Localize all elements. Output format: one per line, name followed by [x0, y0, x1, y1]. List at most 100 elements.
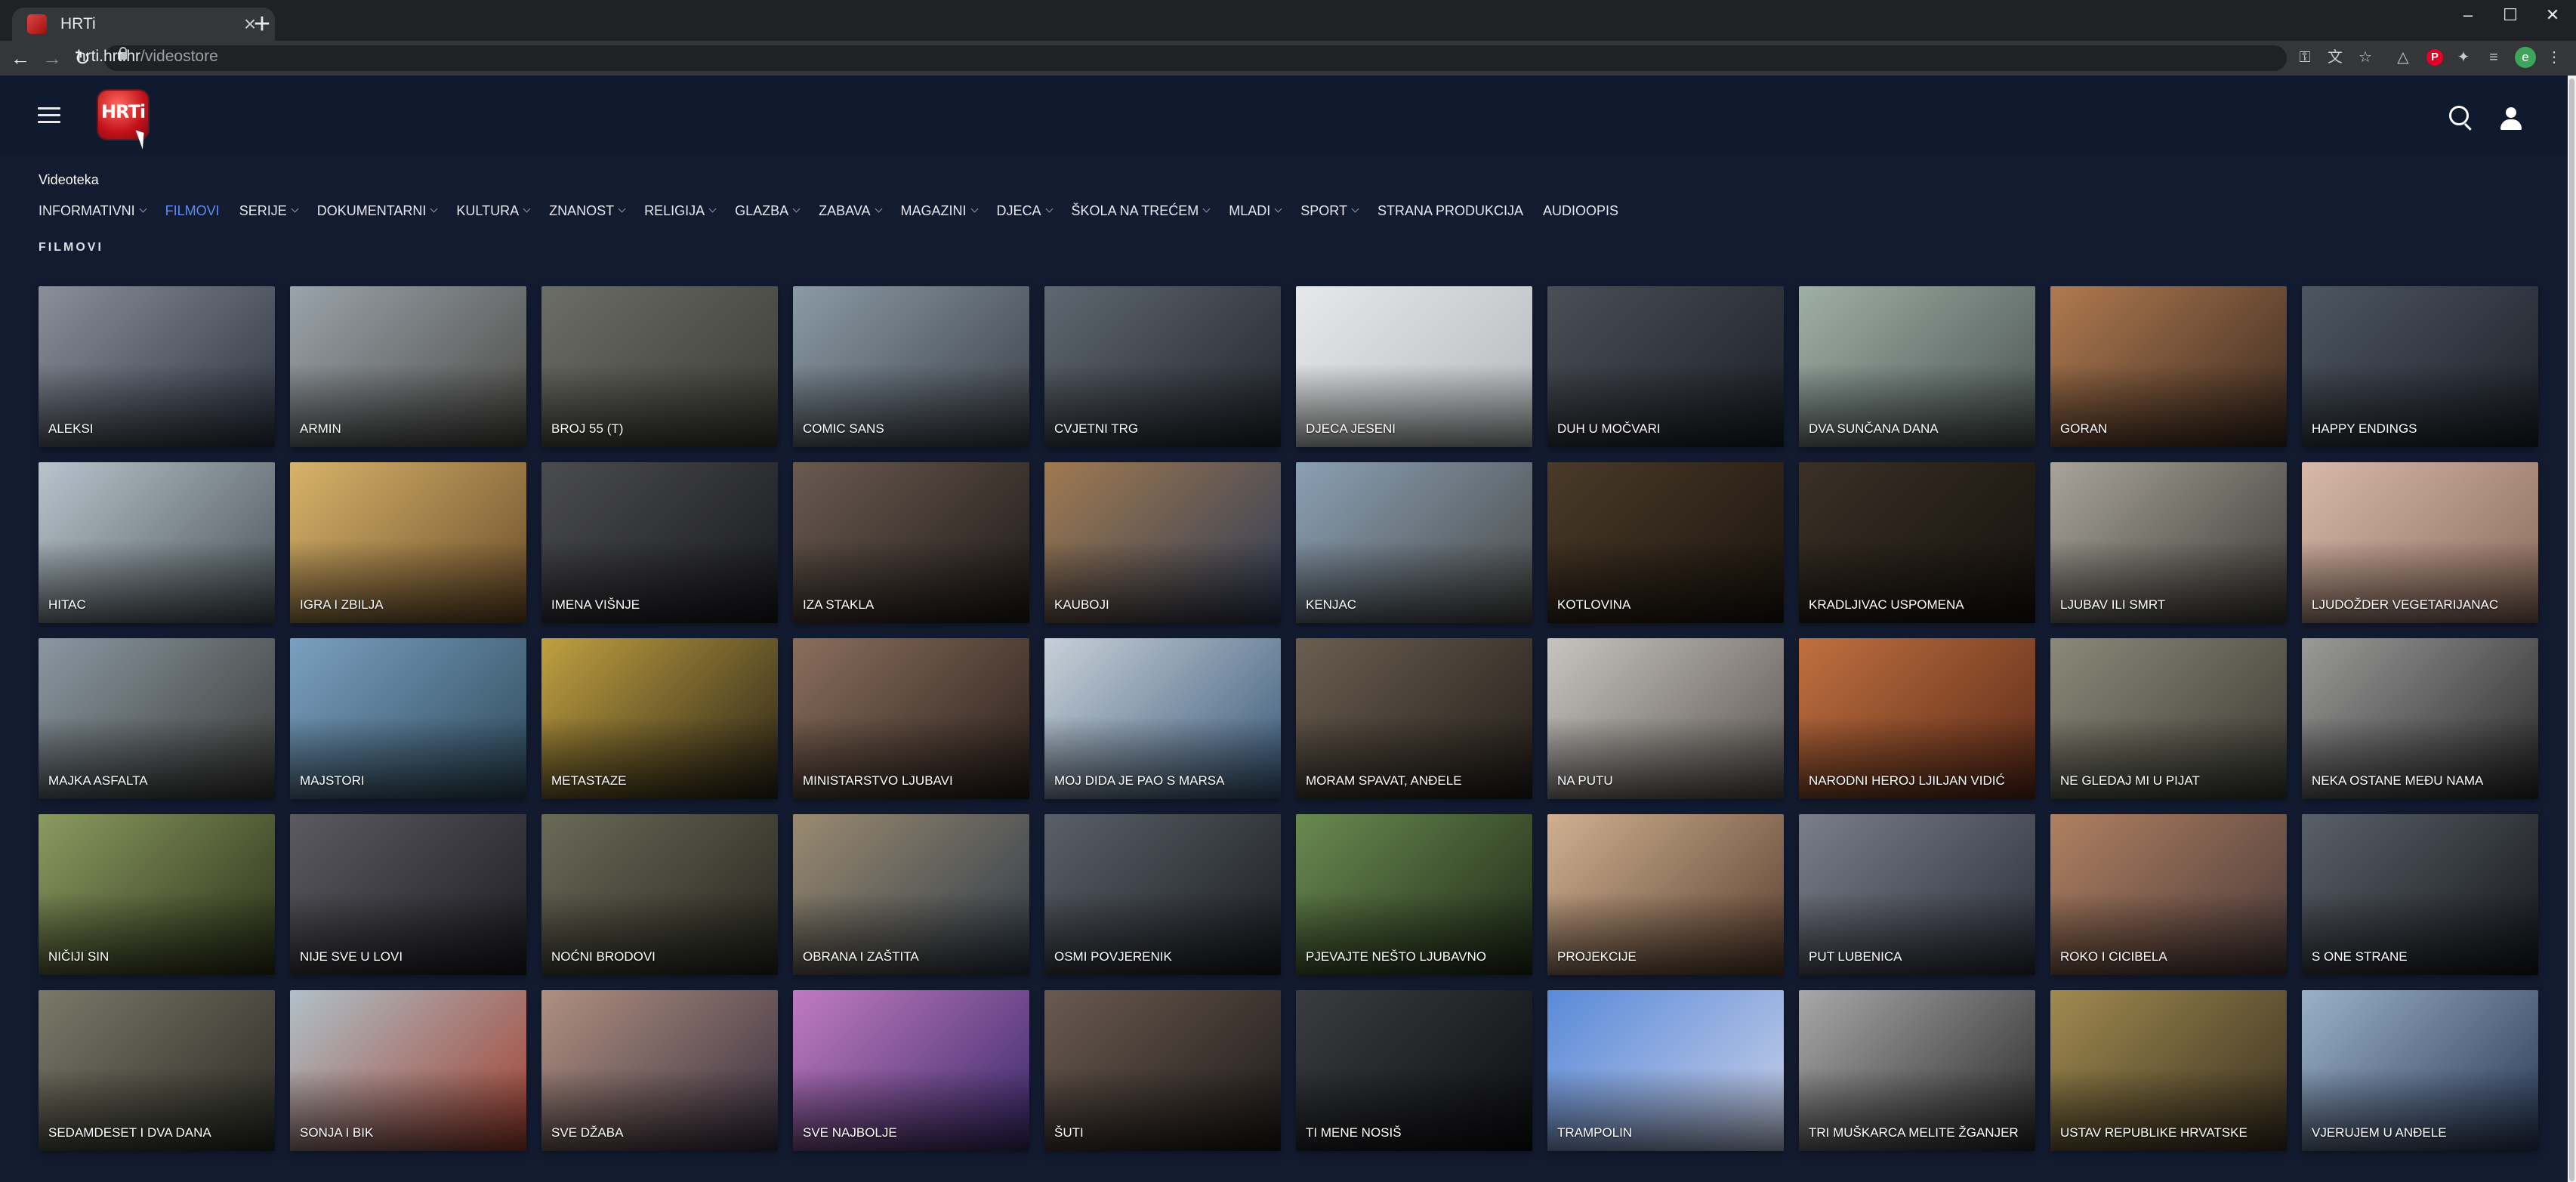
movie-card[interactable]: USTAV REPUBLIKE HRVATSKE	[2050, 990, 2287, 1151]
category-glazba[interactable]: GLAZBA	[735, 202, 801, 220]
movie-card[interactable]: CVJETNI TRG	[1044, 286, 1281, 447]
movie-card[interactable]: SVE NAJBOLJE	[793, 990, 1029, 1151]
category-label: MLADI	[1229, 202, 1271, 218]
movie-card[interactable]: IGRA I ZBILJA	[290, 462, 526, 623]
category-serije[interactable]: SERIJE	[239, 202, 299, 220]
category-filmovi[interactable]: FILMOVI	[165, 202, 220, 220]
category-audioopis[interactable]: AUDIOOPIS	[1543, 202, 1618, 220]
movie-card[interactable]: PUT LUBENICA	[1799, 814, 2035, 975]
bookmark-star-icon[interactable]: ☆	[2353, 45, 2377, 69]
movie-card[interactable]: ŠUTI	[1044, 990, 1281, 1151]
movie-card[interactable]: TRAMPOLIN	[1547, 990, 1784, 1151]
movie-card[interactable]: NEKA OSTANE MEĐU NAMA	[2302, 638, 2538, 799]
movie-card[interactable]: S ONE STRANE	[2302, 814, 2538, 975]
movie-card[interactable]: METASTAZE	[541, 638, 778, 799]
movie-card[interactable]: ROKO I CICIBELA	[2050, 814, 2287, 975]
movie-card[interactable]: COMIC SANS	[793, 286, 1029, 447]
browser-tab[interactable]: HRTi ×	[12, 8, 275, 41]
movie-card[interactable]: SVE DŽABA	[541, 990, 778, 1151]
movie-card[interactable]: KRADLJIVAC USPOMENA	[1799, 462, 2035, 623]
search-icon[interactable]	[2449, 106, 2469, 125]
page-title: FILMOVI	[39, 241, 103, 254]
movie-card[interactable]: BROJ 55 (T)	[541, 286, 778, 447]
movie-card[interactable]: TI MENE NOSIŠ	[1296, 990, 1532, 1151]
back-button[interactable]: ←	[6, 45, 35, 71]
logo-text: HRTi	[100, 101, 146, 122]
new-tab-button[interactable]: +	[243, 9, 281, 39]
category--kola-na-tre-em[interactable]: ŠKOLA NA TREĆEM	[1072, 202, 1211, 220]
minimize-window-button[interactable]: –	[2447, 0, 2489, 30]
movie-card[interactable]: KOTLOVINA	[1547, 462, 1784, 623]
category-informativni[interactable]: INFORMATIVNI	[39, 202, 147, 220]
category-zabava[interactable]: ZABAVA	[819, 202, 882, 220]
puzzle-icon[interactable]: ✦	[2451, 45, 2476, 69]
movie-card[interactable]: NA PUTU	[1547, 638, 1784, 799]
movie-card[interactable]: OSMI POVJERENIK	[1044, 814, 1281, 975]
category-magazini[interactable]: MAGAZINI	[901, 202, 978, 220]
scrollbar-thumb[interactable]	[2569, 79, 2574, 1181]
category-religija[interactable]: RELIGIJA	[644, 202, 717, 220]
movie-card[interactable]: IMENA VIŠNJE	[541, 462, 778, 623]
movie-card[interactable]: NARODNI HEROJ LJILJAN VIDIĆ	[1799, 638, 2035, 799]
category-djeca[interactable]: DJECA	[997, 202, 1053, 220]
category-dokumentarni[interactable]: DOKUMENTARNI	[316, 202, 438, 220]
movie-title: MOJ DIDA JE PAO S MARSA	[1054, 773, 1225, 788]
movie-card[interactable]: KENJAC	[1296, 462, 1532, 623]
translate-icon[interactable]: 文	[2323, 45, 2347, 69]
reading-list-icon[interactable]: ≡	[2482, 45, 2506, 69]
movie-card[interactable]: OBRANA I ZAŠTITA	[793, 814, 1029, 975]
movie-card[interactable]: GORAN	[2050, 286, 2287, 447]
address-bar[interactable]	[104, 45, 2287, 71]
movie-card[interactable]: PROJEKCIJE	[1547, 814, 1784, 975]
movie-card[interactable]: LJUBAV ILI SMRT	[2050, 462, 2287, 623]
movie-card[interactable]: NIJE SVE U LOVI	[290, 814, 526, 975]
movie-card[interactable]: VJERUJEM U ANĐELE	[2302, 990, 2538, 1151]
maximize-window-button[interactable]: ☐	[2489, 0, 2531, 30]
movie-card[interactable]: DVA SUNČANA DANA	[1799, 286, 2035, 447]
movie-card[interactable]: LJUDOŽDER VEGETARIJANAC	[2302, 462, 2538, 623]
movie-card[interactable]: MOJ DIDA JE PAO S MARSA	[1044, 638, 1281, 799]
movie-card[interactable]: KAUBOJI	[1044, 462, 1281, 623]
movie-card[interactable]: DUH U MOČVARI	[1547, 286, 1784, 447]
section-label-videoteka[interactable]: Videoteka	[39, 172, 99, 188]
movie-card[interactable]: ARMIN	[290, 286, 526, 447]
hamburger-menu-icon[interactable]	[38, 107, 60, 124]
movie-title: NIJE SVE U LOVI	[300, 949, 403, 964]
movie-card[interactable]: IZA STAKLA	[793, 462, 1029, 623]
browser-menu-icon[interactable]: ⋮	[2542, 45, 2566, 69]
pinterest-icon[interactable]: P	[2426, 49, 2443, 66]
category-kultura[interactable]: KULTURA	[456, 202, 531, 220]
category-znanost[interactable]: ZNANOST	[549, 202, 626, 220]
category-label: DOKUMENTARNI	[316, 202, 427, 218]
category-strana-produkcija[interactable]: STRANA PRODUKCIJA	[1377, 202, 1523, 220]
movie-card[interactable]: MAJKA ASFALTA	[39, 638, 275, 799]
movie-card[interactable]: ALEKSI	[39, 286, 275, 447]
movie-title: SEDAMDESET I DVA DANA	[48, 1125, 211, 1140]
profile-avatar-icon[interactable]: e	[2515, 47, 2536, 68]
category-mladi[interactable]: MLADI	[1229, 202, 1282, 220]
movie-title: LJUBAV ILI SMRT	[2060, 597, 2166, 612]
movie-card[interactable]: DJECA JESENI	[1296, 286, 1532, 447]
movie-card[interactable]: MORAM SPAVAT, ANĐELE	[1296, 638, 1532, 799]
movie-title: NARODNI HEROJ LJILJAN VIDIĆ	[1809, 773, 2005, 788]
movie-card[interactable]: HAPPY ENDINGS	[2302, 286, 2538, 447]
movie-card[interactable]: HITAC	[39, 462, 275, 623]
user-account-icon[interactable]	[2500, 107, 2522, 130]
browser-toolbar: ← → ↻	[0, 41, 2576, 76]
forward-button[interactable]: →	[38, 45, 66, 71]
movie-card[interactable]: TRI MUŠKARCA MELITE ŽGANJER	[1799, 990, 2035, 1151]
movie-title: ROKO I CICIBELA	[2060, 949, 2167, 964]
movie-card[interactable]: NIČIJI SIN	[39, 814, 275, 975]
browser-tab-title: HRTi	[60, 15, 96, 32]
movie-card[interactable]: SONJA I BIK	[290, 990, 526, 1151]
movie-card[interactable]: SEDAMDESET I DVA DANA	[39, 990, 275, 1151]
movie-card[interactable]: MINISTARSTVO LJUBAVI	[793, 638, 1029, 799]
key-icon[interactable]: ⚿	[2293, 45, 2317, 69]
movie-card[interactable]: MAJSTORI	[290, 638, 526, 799]
movie-card[interactable]: NE GLEDAJ MI U PIJAT	[2050, 638, 2287, 799]
movie-card[interactable]: PJEVAJTE NEŠTO LJUBAVNO	[1296, 814, 1532, 975]
category-sport[interactable]: SPORT	[1300, 202, 1359, 220]
close-window-button[interactable]: ✕	[2531, 0, 2574, 30]
movie-card[interactable]: NOĆNI BRODOVI	[541, 814, 778, 975]
extension-icon[interactable]: △	[2391, 45, 2415, 69]
